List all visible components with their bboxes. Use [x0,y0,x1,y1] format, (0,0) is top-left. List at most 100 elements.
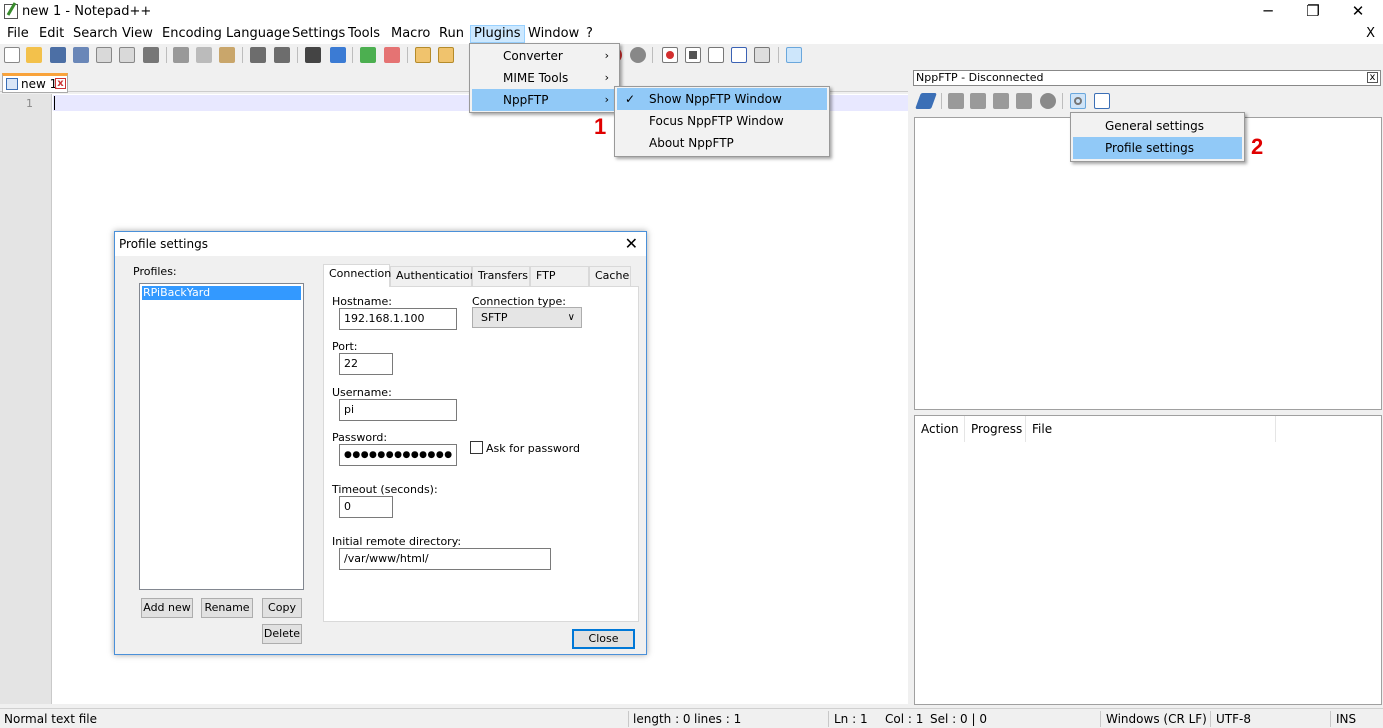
menu-item-general-settings[interactable]: General settings [1073,115,1242,137]
timeout-field[interactable]: 0 [339,496,393,518]
menu-item-label: Converter [503,49,563,63]
connection-type-select[interactable]: SFTP ∨ [472,307,582,328]
password-field[interactable]: ●●●●●●●●●●●●● [339,444,457,466]
tab-authentication[interactable]: Authentication [390,266,477,286]
close-file-icon[interactable] [96,47,112,63]
close-dialog-button[interactable]: Close [572,629,635,649]
sync-horizontal-icon[interactable] [438,47,454,63]
tab-new-1[interactable]: new 1 x [2,73,68,93]
rename-button[interactable]: Rename [201,598,253,618]
sync-vertical-icon[interactable] [415,47,431,63]
menu-settings[interactable]: Settings [289,25,348,43]
menu-encoding[interactable]: Encoding [159,25,225,43]
copy-icon[interactable] [196,47,212,63]
nppftp-submenu: ✓ Show NppFTP Window Focus NppFTP Window… [614,86,830,157]
run-multiple-icon[interactable] [731,47,747,63]
delete-button[interactable]: Delete [262,624,302,644]
tab-transfers[interactable]: Transfers [472,266,530,286]
nppftp-toolbar [914,90,1382,112]
sync-icon[interactable] [1016,93,1032,109]
tab-ftp-misc[interactable]: FTP Misc. [530,266,589,300]
upload-icon[interactable] [970,93,986,109]
tab-cache[interactable]: Cache [589,266,631,286]
menu-tools[interactable]: Tools [345,25,383,43]
dialog-close-icon[interactable]: ✕ [625,234,638,253]
menu-plugins[interactable]: Plugins [470,25,525,43]
save-all-icon[interactable] [73,47,89,63]
find-icon[interactable] [305,47,321,63]
timeout-label: Timeout (seconds): [332,483,438,496]
add-new-button[interactable]: Add new [141,598,193,618]
profiles-label: Profiles: [133,265,177,278]
cut-icon[interactable] [173,47,189,63]
menu-macro[interactable]: Macro [388,25,433,43]
replace-icon[interactable] [330,47,346,63]
start-recording-icon[interactable] [662,47,678,63]
connect-icon[interactable] [915,93,937,109]
menu-item-show-nppftp-window[interactable]: ✓ Show NppFTP Window [617,88,827,110]
toolbar-separator [166,47,167,63]
hostname-field[interactable]: 192.168.1.100 [339,308,457,330]
redo-icon[interactable] [274,47,290,63]
status-separator [1330,711,1331,727]
menu-language[interactable]: Language [223,25,293,43]
menu-item-about-nppftp[interactable]: About NppFTP [617,132,827,154]
nppftp-close-icon[interactable]: x [1367,72,1378,83]
download-icon[interactable] [948,93,964,109]
settings-gear-icon[interactable] [1070,93,1086,109]
status-length: length : 0 [633,712,691,726]
ask-for-password-checkbox[interactable] [470,441,483,454]
minimize-button[interactable]: ─ [1245,0,1291,24]
save-icon[interactable] [50,47,66,63]
profiles-list[interactable]: RPiBackYard [139,283,304,590]
playback-icon[interactable] [708,47,724,63]
menu-file[interactable]: File [4,25,32,43]
column-file[interactable]: File [1026,416,1276,442]
paste-icon[interactable] [219,47,235,63]
menu-view[interactable]: View [119,25,156,43]
comment-icon[interactable] [630,47,646,63]
nppftp-toolbar-icon[interactable] [786,47,802,63]
maximize-button[interactable]: ❐ [1290,0,1336,24]
zoom-out-icon[interactable] [384,47,400,63]
column-action[interactable]: Action [915,416,965,442]
menu-help[interactable]: ? [583,25,596,43]
refresh-icon[interactable] [993,93,1009,109]
tab-close-icon[interactable]: x [55,78,66,89]
text-caret [54,96,55,110]
undo-icon[interactable] [250,47,266,63]
open-file-icon[interactable] [26,47,42,63]
menu-edit[interactable]: Edit [36,25,67,43]
username-label: Username: [332,386,392,399]
stop-recording-icon[interactable] [685,47,701,63]
profile-item[interactable]: RPiBackYard [142,286,301,300]
close-button[interactable]: ✕ [1335,0,1381,24]
new-file-icon[interactable] [4,47,20,63]
menu-window[interactable]: Window [525,25,582,43]
close-all-icon[interactable] [119,47,135,63]
nppftp-title: NppFTP - Disconnected [916,71,1044,84]
menu-item-nppftp[interactable]: NppFTP › [472,89,617,111]
username-field[interactable]: pi [339,399,457,421]
menu-item-mime-tools[interactable]: MIME Tools › [472,67,617,89]
menu-item-converter[interactable]: Converter › [472,45,617,67]
status-eol: Windows (CR LF) [1106,712,1207,726]
close-document-button[interactable]: X [1366,26,1375,41]
menu-search[interactable]: Search [70,25,121,43]
transfer-queue[interactable]: Action Progress File [914,415,1382,705]
menu-item-focus-nppftp-window[interactable]: Focus NppFTP Window [617,110,827,132]
port-field[interactable]: 22 [339,353,393,375]
menu-item-profile-settings[interactable]: Profile settings [1073,137,1242,159]
menu-bar: File Edit Search View Encoding Language … [0,24,1383,44]
save-macro-icon[interactable] [754,47,770,63]
message-window-icon[interactable] [1094,93,1110,109]
abort-icon[interactable] [1040,93,1056,109]
toolbar-separator [778,47,779,63]
menu-run[interactable]: Run [436,25,467,43]
print-icon[interactable] [143,47,159,63]
copy-button[interactable]: Copy [262,598,302,618]
remote-directory-field[interactable]: /var/www/html/ [339,548,551,570]
column-progress[interactable]: Progress [965,416,1026,442]
zoom-in-icon[interactable] [360,47,376,63]
tab-connection[interactable]: Connection [323,264,391,287]
